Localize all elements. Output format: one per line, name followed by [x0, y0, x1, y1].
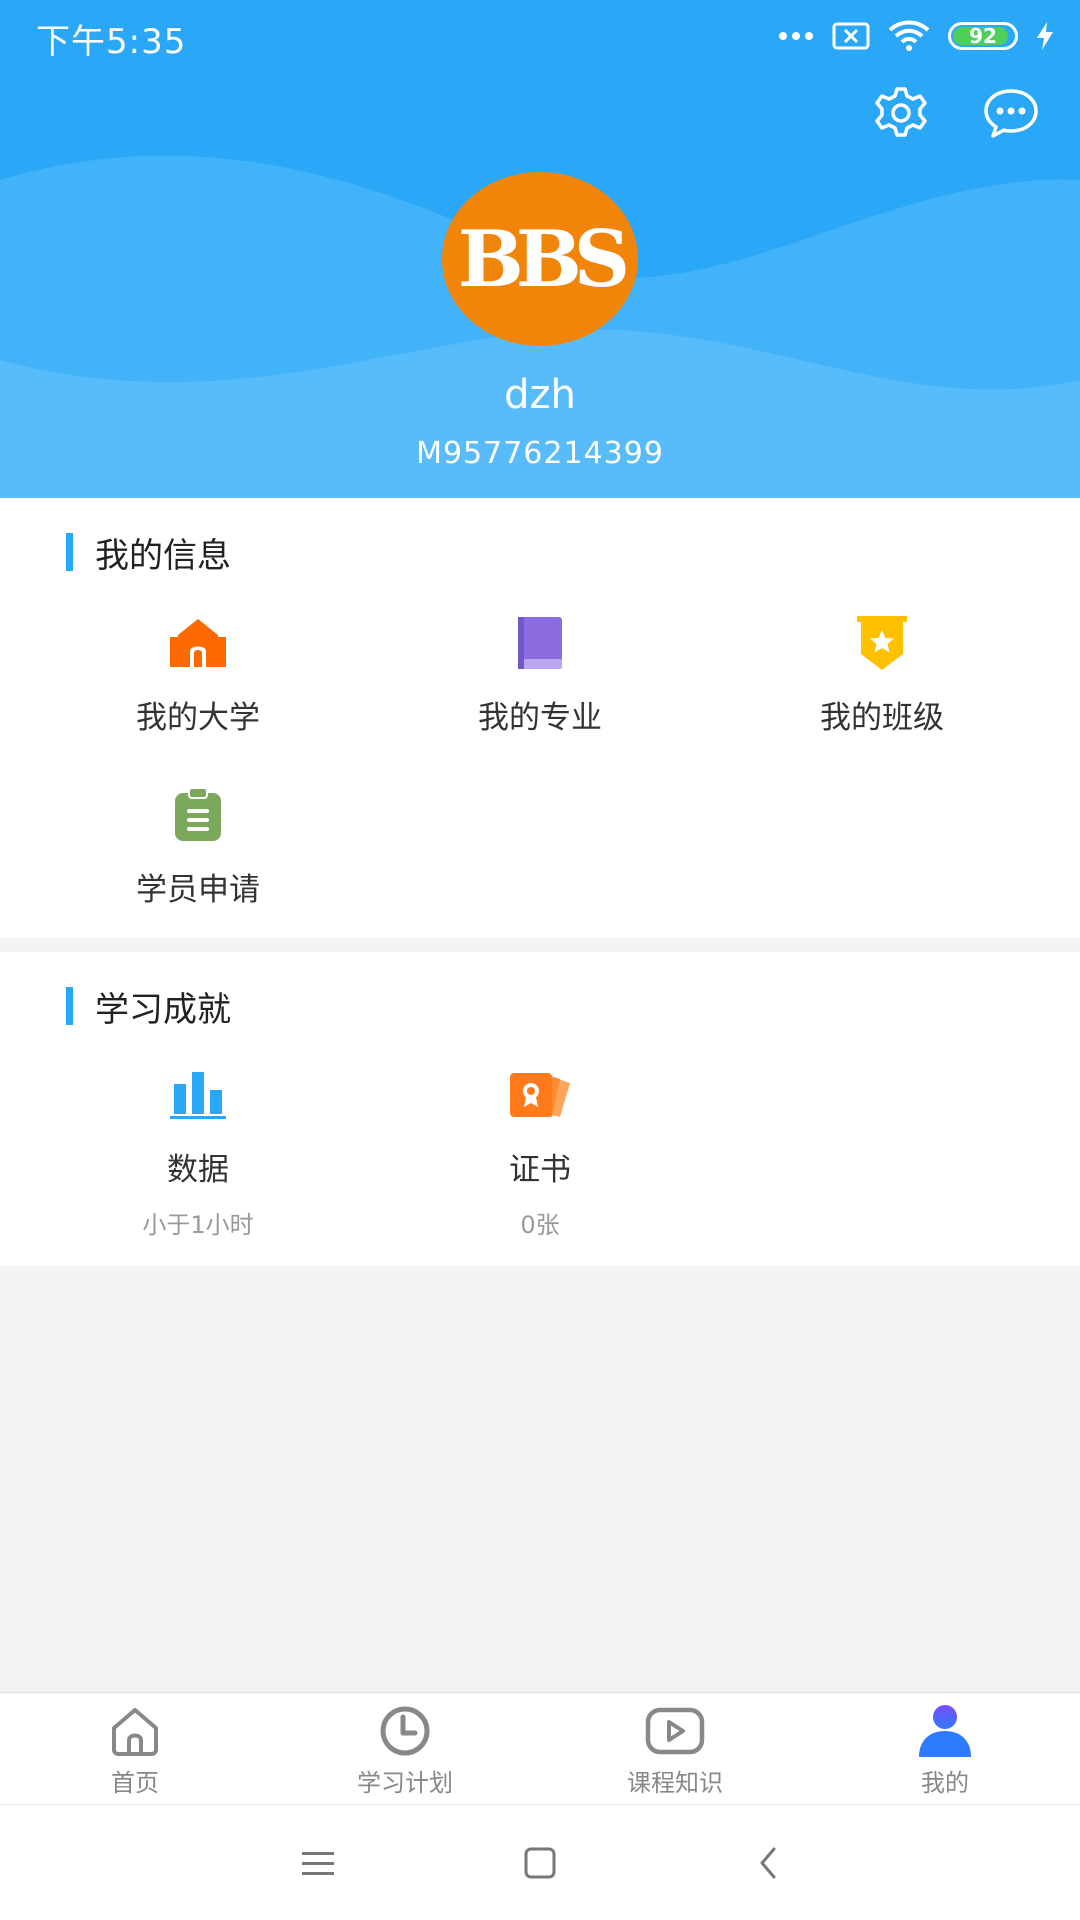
section-title-text: 学习成就: [95, 989, 231, 1030]
tab-home[interactable]: 首页: [0, 1693, 270, 1804]
wifi-icon: [888, 20, 930, 51]
clock-icon: [380, 1706, 430, 1756]
my-class-item[interactable]: 我的班级: [732, 610, 1032, 737]
tab-label: 我的: [921, 1769, 969, 1797]
item-label: 我的班级: [820, 700, 944, 736]
study-data-item[interactable]: 数据 小于1小时: [48, 1062, 348, 1240]
home-button[interactable]: [518, 1841, 562, 1885]
gear-icon: [875, 87, 927, 137]
tab-label: 学习计划: [357, 1769, 453, 1797]
learning-achievements-section: 学习成就 数据 小于1小时 证书 0张: [0, 952, 1080, 1266]
chat-bubble-icon: [984, 89, 1038, 138]
avatar[interactable]: BBS: [442, 172, 638, 346]
no-sim-icon: [832, 22, 870, 50]
user-id: M95776214399: [416, 436, 664, 471]
item-label: 我的专业: [478, 700, 602, 736]
item-label: 证书: [509, 1152, 571, 1188]
bar-chart-icon: [170, 1072, 226, 1119]
item-value: 小于1小时: [142, 1211, 254, 1239]
university-icon: [170, 619, 226, 667]
my-university-item[interactable]: 我的大学: [48, 610, 348, 737]
messages-button[interactable]: [980, 82, 1042, 144]
tab-course-knowledge[interactable]: 课程知识: [540, 1693, 810, 1804]
section-title-text: 我的信息: [95, 535, 231, 576]
book-icon: [518, 617, 562, 669]
section-title-my-info: 我的信息: [66, 532, 231, 576]
home-icon: [112, 1708, 158, 1756]
profile-header: 下午5:35 92 BBS dzh M95776214399: [0, 0, 1080, 498]
battery-level: 92: [969, 24, 997, 48]
clipboard-icon: [175, 787, 221, 841]
battery-indicator: 92: [948, 22, 1018, 50]
square-icon: [524, 1847, 556, 1879]
section-title-accent: [66, 533, 73, 571]
status-bar: 下午5:35 92: [0, 0, 1080, 70]
my-major-item[interactable]: 我的专业: [390, 610, 690, 737]
tab-label: 首页: [111, 1769, 159, 1797]
play-icon: [645, 1707, 705, 1755]
status-icons: 92: [778, 18, 1054, 54]
menu-icon: [302, 1852, 334, 1875]
certificate-item[interactable]: 证书 0张: [390, 1062, 690, 1240]
recent-apps-button[interactable]: [296, 1841, 340, 1885]
back-button[interactable]: [746, 1841, 790, 1885]
my-info-section: 我的信息 我的大学 我的专业 我的班级 学员申请: [0, 498, 1080, 938]
back-chevron-icon: [760, 1847, 776, 1879]
username: dzh: [504, 372, 576, 418]
status-time: 下午5:35: [36, 22, 187, 62]
more-dots-icon: [779, 32, 813, 40]
system-navigation-bar: [0, 1804, 1080, 1920]
settings-button[interactable]: [870, 82, 932, 144]
tab-label: 课程知识: [627, 1769, 723, 1797]
class-badge-icon: [857, 616, 907, 670]
item-label: 我的大学: [136, 700, 260, 736]
user-icon: [919, 1705, 971, 1757]
student-application-item[interactable]: 学员申请: [48, 782, 348, 909]
item-label: 学员申请: [136, 872, 260, 908]
avatar-logo-text: BBS: [457, 213, 630, 305]
header-actions: [870, 82, 1042, 144]
section-title-achievements: 学习成就: [66, 986, 231, 1030]
charging-icon: [1037, 22, 1053, 50]
item-value: 0张: [520, 1211, 560, 1239]
item-label: 数据: [167, 1152, 229, 1188]
bottom-tab-bar: 首页 学习计划 课程知识 我的: [0, 1692, 1080, 1804]
tab-mine[interactable]: 我的: [810, 1693, 1080, 1804]
certificate-icon: [510, 1073, 570, 1117]
tab-study-plan[interactable]: 学习计划: [270, 1693, 540, 1804]
section-title-accent: [66, 987, 73, 1025]
